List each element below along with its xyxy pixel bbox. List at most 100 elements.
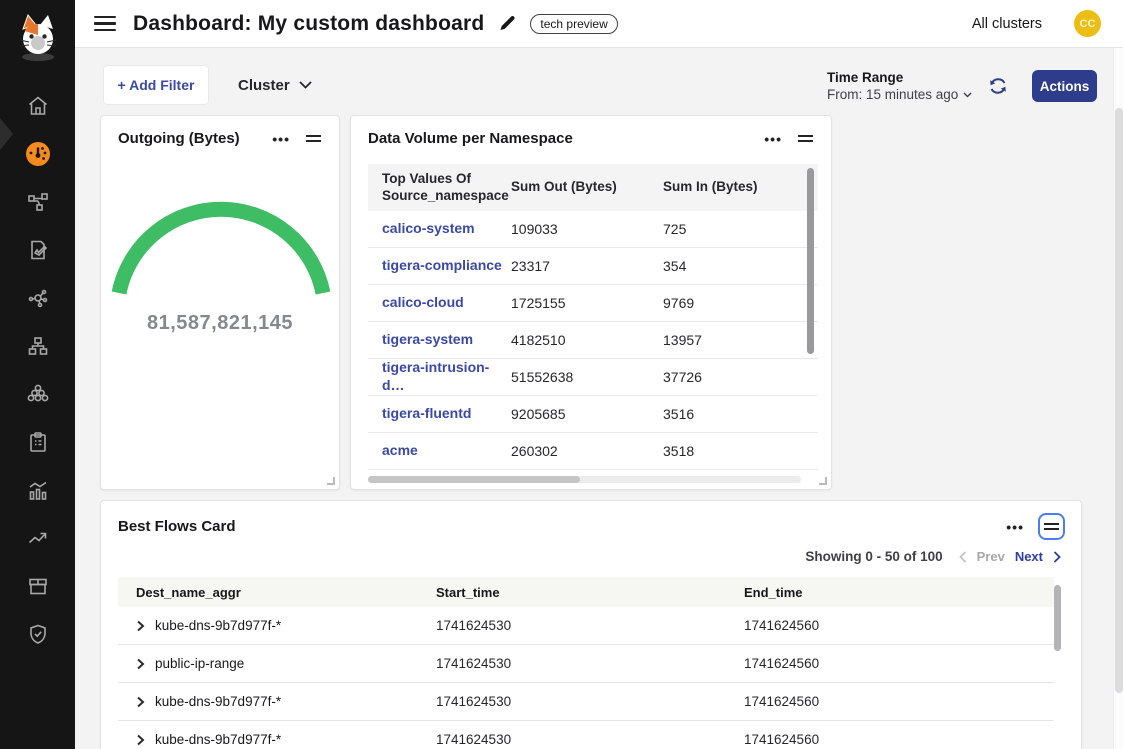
sidebar-item-home[interactable] <box>0 82 75 130</box>
row-expand-chevron-icon[interactable] <box>136 620 145 632</box>
sidebar-item-networking[interactable] <box>0 322 75 370</box>
card-title: Data Volume per Namespace <box>368 130 764 147</box>
end-time-value: 1741624560 <box>744 618 1054 633</box>
chevron-left-icon[interactable] <box>959 551 967 563</box>
prev-page-button[interactable]: Prev <box>977 549 1005 564</box>
chevron-right-icon[interactable] <box>1053 551 1061 563</box>
policy-document-icon <box>26 238 50 262</box>
namespace-link[interactable]: tigera-fluentd <box>382 405 471 421</box>
cluster-dropdown[interactable]: Cluster <box>238 65 312 105</box>
sidebar-item-dashboard-active[interactable] <box>0 130 75 178</box>
card-drag-handle-icon[interactable] <box>796 131 815 146</box>
namespace-link[interactable]: tigera-system <box>382 331 473 347</box>
sum-in-value: 354 <box>663 258 818 274</box>
page-scrollbar-thumb[interactable] <box>1115 108 1123 693</box>
card-drag-handle-icon[interactable] <box>304 131 323 146</box>
card-resize-handle[interactable] <box>819 477 827 485</box>
column-header-start-time: Start_time <box>436 585 744 600</box>
card-title: Outgoing (Bytes) <box>118 130 272 147</box>
card-menu-icon[interactable]: ••• <box>272 131 290 147</box>
dashboard-content: + Add Filter Cluster Time Range From: 15… <box>75 48 1123 749</box>
edit-pencil-icon[interactable] <box>498 14 517 33</box>
data-volume-card: Data Volume per Namespace ••• Top Values… <box>350 115 832 490</box>
table-row: tigera-system 4182510 13957 <box>368 322 818 359</box>
column-header-sum-in: Sum In (Bytes) <box>663 179 818 195</box>
calico-cat-logo-icon[interactable] <box>0 12 75 62</box>
add-filter-button[interactable]: + Add Filter <box>103 65 209 105</box>
card-title: Best Flows Card <box>118 518 1006 535</box>
topbar: Dashboard: My custom dashboard tech prev… <box>75 0 1123 48</box>
next-page-button[interactable]: Next <box>1015 549 1043 564</box>
sidebar-item-policies[interactable] <box>0 226 75 274</box>
card-resize-handle[interactable] <box>327 477 335 485</box>
sidebar-item-trends[interactable] <box>0 514 75 562</box>
page-title: Dashboard: My custom dashboard <box>133 12 484 36</box>
horizontal-scrollbar-thumb[interactable] <box>368 476 580 483</box>
actions-button[interactable]: Actions <box>1032 70 1097 102</box>
outgoing-bytes-card: Outgoing (Bytes) ••• 81,587,821,145 <box>100 115 340 490</box>
sum-out-value: 4182510 <box>511 332 663 348</box>
pagination-status: Showing 0 - 50 of 100 <box>805 549 942 564</box>
sum-in-value: 725 <box>663 221 818 237</box>
sidebar-item-statistics[interactable] <box>0 466 75 514</box>
namespace-link[interactable]: calico-system <box>382 220 475 236</box>
table-row: calico-system 109033 725 <box>368 211 818 248</box>
end-time-value: 1741624560 <box>744 694 1054 709</box>
flows-table: Dest_name_aggr Start_time End_time kube-… <box>118 577 1054 749</box>
flows-table-body: kube-dns-9b7d977f-* 1741624530 174162456… <box>118 607 1054 749</box>
namespace-table: Top Values Of Source_namespace Sum Out (… <box>368 164 818 471</box>
gauge-arc <box>111 193 331 305</box>
sidebar-item-compliance[interactable] <box>0 418 75 466</box>
sidebar-item-flow-visualizations[interactable] <box>0 274 75 322</box>
hamburger-menu-icon[interactable] <box>94 16 116 32</box>
end-time-value: 1741624560 <box>744 656 1054 671</box>
dashboard-gauge-icon <box>25 141 51 167</box>
chevron-down-icon <box>299 81 312 89</box>
trend-arrow-icon <box>26 526 50 550</box>
statistics-chart-icon <box>26 478 50 502</box>
end-time-value: 1741624560 <box>744 732 1054 747</box>
time-range-value[interactable]: From: 15 minutes ago <box>827 87 972 102</box>
table-header-row: Top Values Of Source_namespace Sum Out (… <box>368 164 818 211</box>
table-row: kube-dns-9b7d977f-* 1741624530 174162456… <box>118 607 1054 645</box>
sidebar-item-endpoints[interactable] <box>0 370 75 418</box>
dest-name-value: public-ip-range <box>155 656 244 671</box>
table-row: calico-cloud 1725155 9769 <box>368 285 818 322</box>
network-tree-icon <box>26 334 50 358</box>
horizontal-scrollbar[interactable] <box>368 476 801 483</box>
home-icon <box>26 94 50 118</box>
namespace-link[interactable]: tigera-intrusion-d… <box>382 359 489 393</box>
namespace-link[interactable]: acme <box>382 442 418 458</box>
card-menu-icon[interactable]: ••• <box>764 131 782 147</box>
start-time-value: 1741624530 <box>436 732 744 747</box>
avatar[interactable]: CC <box>1074 10 1101 37</box>
column-header-end-time: End_time <box>744 585 1054 600</box>
card-drag-handle-icon-focused[interactable] <box>1038 513 1065 540</box>
time-range-control: Time Range From: 15 minutes ago <box>827 70 972 102</box>
row-expand-chevron-icon[interactable] <box>136 658 145 670</box>
page-scrollbar[interactable] <box>1113 48 1123 749</box>
sidebar-item-service-graph[interactable] <box>0 178 75 226</box>
sum-out-value: 9205685 <box>511 406 663 422</box>
namespace-link[interactable]: tigera-compliance <box>382 257 502 273</box>
refresh-button[interactable] <box>988 76 1008 96</box>
row-expand-chevron-icon[interactable] <box>136 734 145 746</box>
sum-out-value: 23317 <box>511 258 663 274</box>
chevron-down-icon <box>963 92 972 98</box>
flow-viz-icon <box>26 286 50 310</box>
shield-check-icon <box>26 622 50 646</box>
sidebar-item-security[interactable] <box>0 610 75 658</box>
vertical-scrollbar-thumb[interactable] <box>807 168 814 354</box>
all-clusters-selector[interactable]: All clusters <box>972 16 1042 32</box>
vertical-scrollbar-thumb[interactable] <box>1054 585 1061 651</box>
row-expand-chevron-icon[interactable] <box>136 696 145 708</box>
sum-in-value: 3516 <box>663 406 818 422</box>
column-header-namespace: Top Values Of Source_namespace <box>368 171 511 203</box>
sidebar-item-workloads[interactable] <box>0 562 75 610</box>
table-row: tigera-compliance 23317 354 <box>368 248 818 285</box>
card-menu-icon[interactable]: ••• <box>1006 519 1024 535</box>
namespace-link[interactable]: calico-cloud <box>382 294 464 310</box>
endpoints-cluster-icon <box>26 382 50 406</box>
table-row: kube-dns-9b7d977f-* 1741624530 174162456… <box>118 683 1054 721</box>
sum-out-value: 109033 <box>511 221 663 237</box>
